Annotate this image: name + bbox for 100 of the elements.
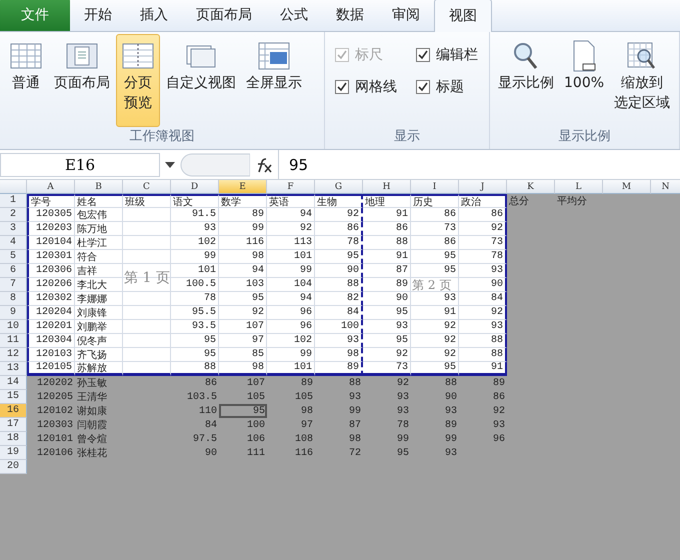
table-cell: 93 (459, 264, 507, 278)
table-cell: 95 (171, 348, 219, 362)
row-header[interactable]: 9 (0, 306, 27, 320)
row-header[interactable]: 1 (0, 194, 27, 208)
table-cell: 103 (219, 278, 267, 292)
ribbon-button[interactable]: 分页 预览 (116, 34, 160, 127)
row-header[interactable]: 20 (0, 460, 27, 474)
row-header[interactable]: 6 (0, 264, 27, 278)
row-header[interactable]: 11 (0, 334, 27, 348)
ribbon-button[interactable]: 页面布局 (50, 34, 114, 127)
table-cell: 78 (171, 292, 219, 306)
table-cell: 78 (459, 250, 507, 264)
row-header[interactable]: 15 (0, 390, 27, 404)
table-cell: 姓名 (75, 194, 123, 208)
table-cell: 102 (171, 236, 219, 250)
ribbon-button[interactable]: 全屏显示 (242, 34, 306, 127)
ribbon-button[interactable]: 普通 (4, 34, 48, 127)
column-header[interactable]: F (267, 180, 315, 194)
column-header[interactable]: D (171, 180, 219, 194)
ribbon-tab[interactable]: 页面布局 (182, 0, 266, 31)
table-cell: 92 (411, 334, 459, 348)
table-cell: 86 (459, 208, 507, 222)
table-cell: 86 (411, 236, 459, 250)
table-cell: 86 (363, 222, 411, 236)
table-cell: 生物 (315, 194, 363, 208)
table-cell: 李娜娜 (75, 292, 123, 306)
row-header[interactable]: 13 (0, 362, 27, 376)
row-header[interactable]: 2 (0, 208, 27, 222)
ribbon-tab[interactable]: 公式 (266, 0, 322, 31)
ribbon-button[interactable]: 缩放到 选定区域 (610, 34, 674, 127)
table-cell: 苏解放 (75, 362, 123, 376)
ribbon-tab[interactable]: 视图 (434, 0, 492, 32)
ribbon-button[interactable]: 自定义视图 (162, 34, 240, 127)
column-header[interactable]: E (219, 180, 267, 194)
column-header[interactable]: M (603, 180, 651, 194)
table-cell: 120206 (27, 278, 75, 292)
column-header[interactable]: L (555, 180, 603, 194)
column-header[interactable]: B (75, 180, 123, 194)
column-header[interactable]: G (315, 180, 363, 194)
file-tab[interactable]: 文件 (0, 0, 70, 31)
table-cell: 杜学江 (75, 236, 123, 250)
row-header[interactable]: 16 (0, 404, 27, 418)
row-header[interactable]: 17 (0, 418, 27, 432)
table-cell: 73 (411, 222, 459, 236)
table-cell: 92 (315, 208, 363, 222)
table-cell: 91 (459, 362, 507, 376)
checkbox[interactable] (335, 80, 349, 94)
ribbon-button[interactable]: 显示比例 (494, 34, 558, 127)
column-header[interactable]: A (27, 180, 75, 194)
table-cell: 120301 (27, 250, 75, 264)
table-cell: 95 (219, 404, 267, 418)
table-cell: 73 (459, 236, 507, 250)
ribbon-tab[interactable]: 数据 (322, 0, 378, 31)
row-header[interactable]: 14 (0, 376, 27, 390)
table-cell: 98 (219, 362, 267, 376)
table-cell: 101 (171, 264, 219, 278)
table-cell: 113 (267, 236, 315, 250)
row-header[interactable]: 12 (0, 348, 27, 362)
table-cell: 92 (459, 222, 507, 236)
table-cell: 85 (219, 348, 267, 362)
ribbon-tab[interactable]: 开始 (70, 0, 126, 31)
table-cell: 91 (363, 250, 411, 264)
table-cell: 95 (411, 362, 459, 376)
row-header[interactable]: 5 (0, 250, 27, 264)
table-cell: 99 (267, 264, 315, 278)
ribbon-tab[interactable]: 审阅 (378, 0, 434, 31)
column-header[interactable]: I (411, 180, 459, 194)
row-header[interactable]: 3 (0, 222, 27, 236)
row-header[interactable]: 8 (0, 292, 27, 306)
row-header[interactable]: 19 (0, 446, 27, 460)
table-cell: 90 (363, 292, 411, 306)
group-label: 显示 (393, 128, 421, 146)
table-cell: 94 (267, 208, 315, 222)
table-cell: 94 (267, 292, 315, 306)
row-header[interactable]: 4 (0, 236, 27, 250)
ribbon-button[interactable]: 100% (560, 34, 608, 127)
row-header[interactable]: 10 (0, 320, 27, 334)
column-header[interactable]: J (459, 180, 507, 194)
checkbox[interactable] (416, 80, 430, 94)
table-cell: 包宏伟 (75, 208, 123, 222)
table-cell: 91 (411, 306, 459, 320)
column-header[interactable]: C (123, 180, 171, 194)
table-cell: 齐飞扬 (75, 348, 123, 362)
ribbon-tab[interactable]: 插入 (126, 0, 182, 31)
name-box[interactable]: E16 (0, 152, 160, 176)
table-cell: 刘鹏举 (75, 320, 123, 334)
table-cell: 吉祥 (75, 264, 123, 278)
column-header[interactable]: N (651, 180, 680, 194)
table-cell: 120201 (27, 320, 75, 334)
table-cell: 88 (315, 278, 363, 292)
row-header[interactable]: 18 (0, 432, 27, 446)
table-cell: 78 (315, 236, 363, 250)
table-cell: 95 (315, 250, 363, 264)
table-cell: 93 (459, 320, 507, 334)
column-header[interactable]: K (507, 180, 555, 194)
column-header[interactable]: H (363, 180, 411, 194)
row-header[interactable]: 7 (0, 278, 27, 292)
table-cell: 87 (363, 264, 411, 278)
checkbox[interactable] (416, 48, 430, 62)
table-cell: 92 (219, 306, 267, 320)
